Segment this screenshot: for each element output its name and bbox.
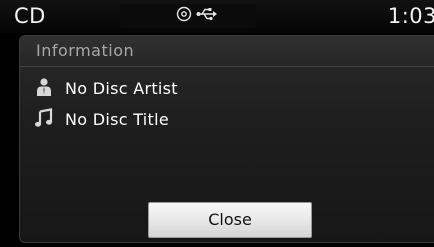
source-title: CD <box>14 4 46 28</box>
title-label: No Disc Title <box>65 110 170 129</box>
title-row: No Disc Title <box>34 107 169 133</box>
disc-icon <box>176 6 192 26</box>
artist-row: No Disc Artist <box>34 76 178 102</box>
status-bar: CD 1:03 <box>0 0 434 33</box>
information-dialog: Information No Disc Artist No Disc Title… <box>19 35 434 243</box>
artist-label: No Disc Artist <box>65 79 178 98</box>
screen: CD 1:03 Information No Disc Artist No Di… <box>0 0 434 247</box>
music-note-icon <box>34 108 54 132</box>
dialog-title: Information <box>36 41 135 60</box>
dialog-header: Information <box>20 36 434 67</box>
status-icons <box>176 4 218 28</box>
usb-icon <box>196 6 218 26</box>
person-icon <box>34 77 54 101</box>
close-button[interactable]: Close <box>148 202 312 238</box>
clock: 1:03 <box>387 4 434 28</box>
